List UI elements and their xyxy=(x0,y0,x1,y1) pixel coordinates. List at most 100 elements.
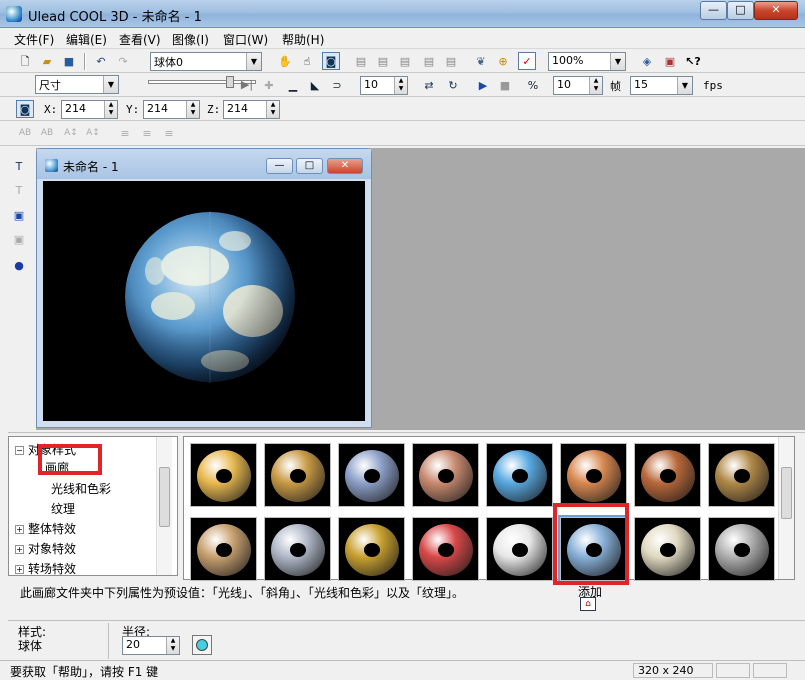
open-folder-icon[interactable]: ▰ xyxy=(38,52,56,70)
gallery-thumb-cork-torus[interactable] xyxy=(190,517,257,581)
new-file-icon[interactable]: 🗋 xyxy=(16,52,34,70)
gallery-scroll-thumb[interactable] xyxy=(781,467,792,519)
z-spinner[interactable]: 214 ▲ ▼ xyxy=(223,100,280,119)
expand-icon[interactable]: + xyxy=(15,565,24,574)
gallery-thumb-silver-studded-torus[interactable] xyxy=(708,517,775,581)
gallery-thumb-white-spotted-torus[interactable] xyxy=(486,517,553,581)
help-pointer-icon[interactable]: ↖? xyxy=(684,52,702,70)
menu-view[interactable]: 查看(V) xyxy=(119,31,161,48)
expand-icon[interactable]: + xyxy=(15,545,24,554)
insert-text-icon[interactable]: T xyxy=(10,157,28,175)
gallery-thumb-brass-torus[interactable] xyxy=(264,443,331,507)
insert-geometry-icon[interactable]: ▣ xyxy=(10,206,28,224)
undo-icon[interactable]: ↶ xyxy=(92,52,110,70)
gallery-thumb-blue-stone-torus[interactable] xyxy=(486,443,553,507)
gallery-thumb-copper-torus[interactable] xyxy=(412,443,479,507)
gallery-thumb-orange-ring-torus[interactable] xyxy=(560,443,627,507)
text-raise-icon[interactable]: A↕ xyxy=(62,124,80,142)
view-top-icon[interactable]: ▤ xyxy=(442,52,460,70)
gallery-thumb-gold-torus[interactable] xyxy=(190,443,257,507)
add-to-gallery-icon[interactable]: ⌂ xyxy=(580,597,596,611)
select-object-icon[interactable]: ◙ xyxy=(322,52,340,70)
y-spinner[interactable]: 214 ▲ ▼ xyxy=(143,100,200,119)
timeline-slider-thumb[interactable] xyxy=(226,76,234,88)
gallery-thumb-terracotta-torus[interactable] xyxy=(634,443,701,507)
color-button[interactable] xyxy=(192,635,212,655)
edit-text-icon[interactable]: T xyxy=(10,181,28,199)
spin-arrows-icon[interactable]: ▲ ▼ xyxy=(266,101,279,118)
expand-icon[interactable]: + xyxy=(15,525,24,534)
text-condense-icon[interactable]: AB xyxy=(38,124,56,142)
gallery-thumb-dotted-gold-torus[interactable] xyxy=(338,517,405,581)
current-frame-spinner[interactable]: 10 ▲ ▼ xyxy=(360,76,408,95)
tree-item-light-color[interactable]: 光线和色彩 xyxy=(51,480,111,497)
menu-edit[interactable]: 编辑(E) xyxy=(66,31,107,48)
attribute-select[interactable]: 尺寸 ▼ xyxy=(35,75,119,94)
spin-arrows-icon[interactable]: ▲ ▼ xyxy=(186,101,199,118)
tree-scrollbar[interactable] xyxy=(156,437,172,575)
spin-arrows-icon[interactable]: ▲ ▼ xyxy=(394,77,407,94)
reverse-icon[interactable]: ⊃ xyxy=(328,76,346,94)
tree-node-object-effects[interactable]: + 对象特效 xyxy=(15,540,76,557)
view-front-icon[interactable]: ▤ xyxy=(352,52,370,70)
next-keyframe-icon[interactable]: ▶| xyxy=(238,75,256,93)
sphere-object-icon[interactable]: ● xyxy=(10,256,28,274)
gallery-thumb-perforated-torus[interactable] xyxy=(264,517,331,581)
tree-scroll-thumb[interactable] xyxy=(159,467,170,527)
rotate-hand-icon[interactable]: ☝ xyxy=(298,52,316,70)
text-lower-icon[interactable]: A↕ xyxy=(84,124,102,142)
gallery-thumb-chrome-dark-torus[interactable] xyxy=(338,443,405,507)
hand-pan-icon[interactable]: ✋ xyxy=(276,52,294,70)
remove-keyframe-icon[interactable]: ▁ xyxy=(284,76,302,94)
redo-icon[interactable]: ↷ xyxy=(114,52,132,70)
spin-arrows-icon[interactable]: ▲ ▼ xyxy=(589,77,602,94)
text-spacing-icon[interactable]: AB xyxy=(16,124,34,142)
paint-bucket-icon[interactable]: ◈ xyxy=(638,52,656,70)
gallery-thumb-stained-glass-torus[interactable] xyxy=(412,517,479,581)
align-center-icon[interactable]: ≡ xyxy=(138,124,156,142)
stop-icon[interactable]: ■ xyxy=(496,76,514,94)
check-edit-icon[interactable]: ✓ xyxy=(518,52,536,70)
minimize-button[interactable]: — xyxy=(700,1,727,20)
play-icon[interactable]: ▶ xyxy=(474,76,492,94)
tree-node-global-effects[interactable]: + 整体特效 xyxy=(15,520,76,537)
radius-spinner[interactable]: 20 ▲ ▼ xyxy=(122,636,180,655)
pingpong-icon[interactable]: ↻ xyxy=(444,76,462,94)
tree-node-transition-effects[interactable]: + 转场特效 xyxy=(15,560,76,577)
add-keyframe-icon[interactable]: ✚ xyxy=(260,76,278,94)
maximize-button[interactable]: □ xyxy=(727,1,754,20)
textured-sphere[interactable] xyxy=(125,211,295,383)
menu-help[interactable]: 帮助(H) xyxy=(282,31,324,48)
percent-icon[interactable]: % xyxy=(524,76,542,94)
split-keyframe-icon[interactable]: ◣ xyxy=(306,76,324,94)
save-icon[interactable]: ■ xyxy=(60,52,78,70)
align-left-icon[interactable]: ≡ xyxy=(116,124,134,142)
globe-icon[interactable]: ⊕ xyxy=(494,52,512,70)
doc-close-button[interactable]: ✕ xyxy=(327,158,363,174)
fps-select[interactable]: 15 ▼ xyxy=(630,76,693,95)
palette-icon[interactable]: ▣ xyxy=(661,52,679,70)
menu-image[interactable]: 图像(I) xyxy=(172,31,209,48)
zoom-select[interactable]: 100% ▼ xyxy=(548,52,626,71)
align-right-icon[interactable]: ≡ xyxy=(160,124,178,142)
gallery-thumb-pearl-torus[interactable] xyxy=(634,517,701,581)
texture-icon[interactable]: ❦ xyxy=(472,52,490,70)
frame-count-spinner[interactable]: 10 ▲ ▼ xyxy=(553,76,603,95)
view-left-icon[interactable]: ▤ xyxy=(396,52,414,70)
menu-window[interactable]: 窗口(W) xyxy=(223,31,268,48)
tree-item-texture[interactable]: 纹理 xyxy=(51,500,75,517)
doc-minimize-button[interactable]: — xyxy=(266,158,293,174)
render-canvas[interactable] xyxy=(43,181,365,421)
spin-arrows-icon[interactable]: ▲ ▼ xyxy=(166,637,179,654)
position-mode-icon[interactable]: ◙ xyxy=(16,100,34,118)
loop-icon[interactable]: ⇄ xyxy=(420,76,438,94)
doc-maximize-button[interactable]: □ xyxy=(296,158,323,174)
menu-file[interactable]: 文件(F) xyxy=(14,31,54,48)
gallery-scrollbar[interactable] xyxy=(778,437,794,579)
x-spinner[interactable]: 214 ▲ ▼ xyxy=(61,100,118,119)
collapse-icon[interactable]: − xyxy=(15,446,24,455)
gallery-thumb-bronze-torus[interactable] xyxy=(708,443,775,507)
view-right-icon[interactable]: ▤ xyxy=(420,52,438,70)
edit-geometry-icon[interactable]: ▣ xyxy=(10,230,28,248)
view-back-icon[interactable]: ▤ xyxy=(374,52,392,70)
